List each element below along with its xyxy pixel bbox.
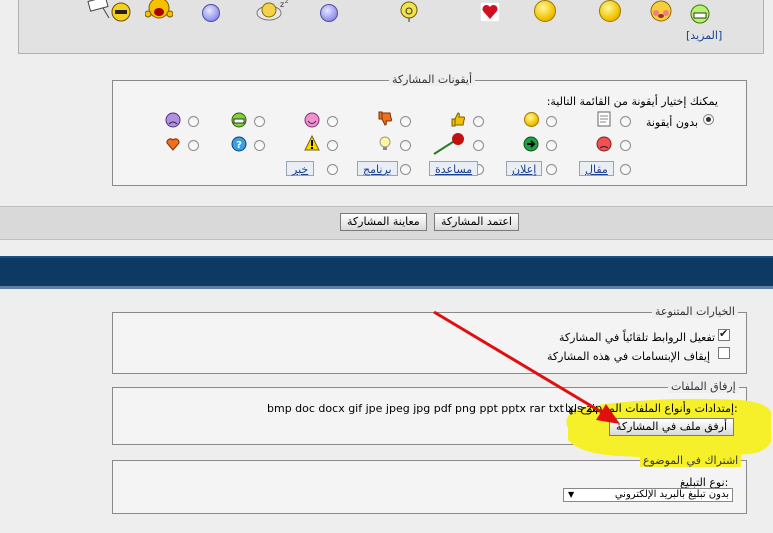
sleeping-smiley-icon[interactable]: z z: [255, 0, 291, 22]
svg-text:z: z: [285, 0, 288, 5]
arrow-annotation: [433, 310, 620, 424]
icon-radio-green-grin[interactable]: [254, 116, 265, 127]
news-tag: خبر: [286, 161, 315, 176]
icon-radio-document[interactable]: [620, 116, 631, 127]
subscription-legend: اشتراك في الموضوع: [640, 454, 742, 467]
purple-sad-icon: [165, 112, 181, 128]
arrow-right-icon: [523, 136, 539, 152]
icon-radio-arrow[interactable]: [546, 140, 557, 151]
icon-radio-warning[interactable]: [327, 140, 338, 151]
icon-radio-angry[interactable]: [620, 140, 631, 151]
angry-icon: [596, 136, 612, 152]
icon-radio-lightbulb[interactable]: [400, 140, 411, 151]
no-icon-label: بدون أيقونة: [646, 116, 699, 129]
notify-type-value: بدون تبليغ بالبريد الإلكتروني: [614, 489, 729, 500]
rose-icon: [433, 133, 464, 155]
document-icon: [597, 111, 611, 127]
icon-radio-rose[interactable]: [473, 140, 484, 151]
misc-options-legend: الخيارات المتنوعة: [652, 305, 738, 318]
winking-smiley-icon[interactable]: [202, 4, 220, 22]
more-smilies-link[interactable]: [المزيد]: [686, 29, 722, 42]
article-tag: مقال: [579, 161, 614, 176]
question-icon: ?: [231, 136, 247, 152]
chevron-down-icon: ▼: [568, 490, 575, 499]
icon-radio-article[interactable]: [620, 164, 631, 175]
icon-radio-question[interactable]: [254, 140, 265, 151]
post-icons-legend: أيقونات المشاركة: [389, 73, 476, 86]
lightbulb-icon: [379, 136, 391, 150]
warning-icon: [304, 135, 320, 151]
blushing-smiley-icon[interactable]: [649, 0, 673, 23]
help-tag: مساعدة: [429, 161, 479, 176]
icon-radio-pink-smiley[interactable]: [327, 116, 338, 127]
disable-smilies-checkbox[interactable]: [718, 347, 730, 359]
icon-radio-purple-sad[interactable]: [188, 116, 199, 127]
purple-smiley-icon[interactable]: [320, 4, 338, 22]
subscription-fieldset: [112, 460, 747, 514]
preview-post-button[interactable]: معاينة المشاركة: [340, 213, 427, 231]
grinning-green-smiley-icon[interactable]: [690, 4, 710, 24]
icon-radio-thumbs-up[interactable]: [473, 116, 484, 127]
thumbs-up-icon: [451, 112, 465, 127]
icon-radio-announcement[interactable]: [546, 164, 557, 175]
smilies-panel: z z [المزيد]: [18, 0, 764, 54]
icon-radio-program[interactable]: [400, 164, 411, 175]
thumbs-down-icon: [378, 111, 392, 126]
icon-radio-none[interactable]: [703, 114, 714, 125]
icon-radio-heart[interactable]: [188, 140, 199, 151]
program-tag: برنامج: [357, 161, 398, 176]
heart-icon: [166, 138, 180, 151]
icon-radio-news[interactable]: [327, 164, 338, 175]
announcement-tag: إعلان: [506, 161, 543, 176]
pink-smiley-icon: [304, 112, 320, 128]
green-grin-icon: [231, 112, 247, 128]
notify-type-select[interactable]: ▼ بدون تبليغ بالبريد الإلكتروني: [563, 488, 733, 502]
grin-smiley-icon[interactable]: [599, 0, 621, 22]
submit-post-button[interactable]: اعتمد المشاركة: [434, 213, 519, 231]
section-header-band: [0, 256, 773, 289]
parse-links-checkbox[interactable]: [718, 327, 730, 341]
sign-holder-smiley-icon[interactable]: [87, 0, 131, 24]
confused-smiley-icon[interactable]: [534, 0, 556, 22]
post-icons-prompt: يمكنك إختيار أيقونة من القائمة التالية:: [546, 95, 718, 108]
icon-radio-smile[interactable]: [546, 116, 557, 127]
smile-icon: [524, 112, 539, 127]
heart-smiley-icon[interactable]: [480, 2, 500, 22]
shouting-smiley-icon[interactable]: [145, 0, 173, 22]
thinking-smiley-icon[interactable]: [398, 0, 420, 22]
svg-text:?: ?: [236, 140, 242, 151]
icon-radio-thumbs-down[interactable]: [400, 116, 411, 127]
svg-text:z: z: [280, 0, 284, 9]
